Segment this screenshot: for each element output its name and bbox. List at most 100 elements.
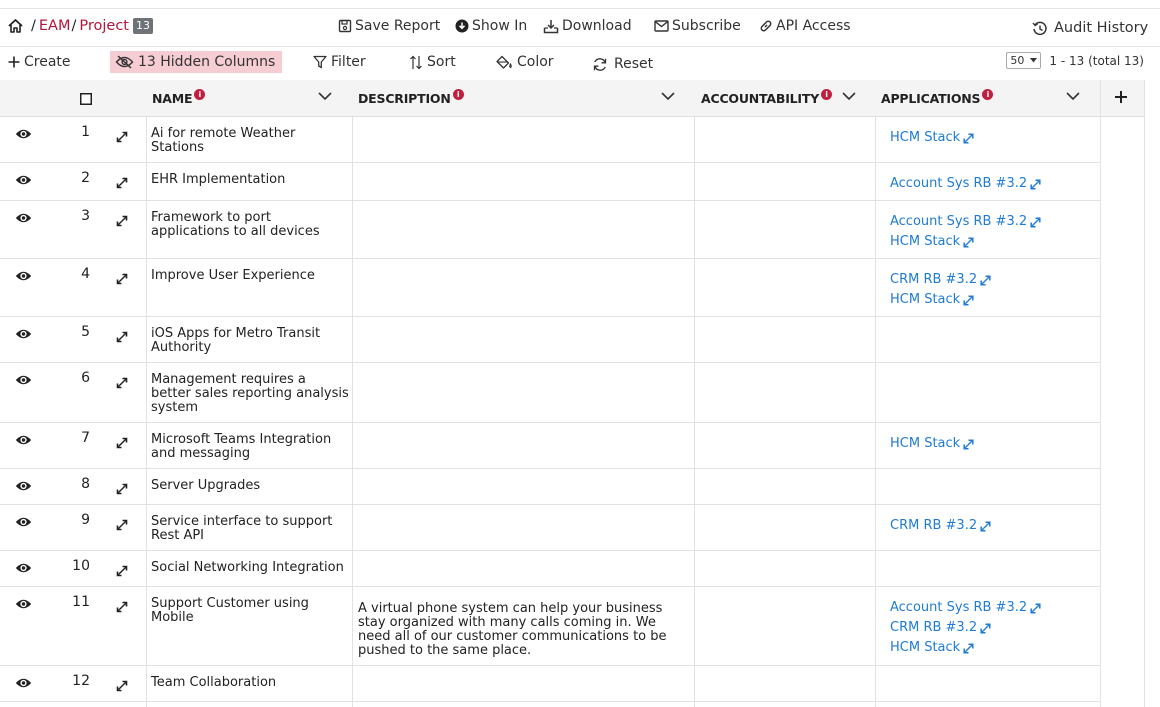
table-row: 2 EHR Implementation Account Sys RB #3.2: [0, 163, 1100, 201]
eye-icon[interactable]: [15, 374, 32, 386]
info-icon[interactable]: i: [821, 89, 833, 100]
add-column-icon[interactable]: [1114, 90, 1128, 104]
plus-icon: [8, 56, 24, 68]
row-name[interactable]: Service interface to support Rest API: [151, 515, 349, 543]
expand-link-icon[interactable]: [960, 438, 974, 450]
row-name[interactable]: Microsoft Teams Integration and messagin…: [151, 433, 349, 461]
info-icon[interactable]: i: [452, 89, 464, 100]
chevron-down-icon[interactable]: [661, 92, 675, 101]
eye-icon[interactable]: [15, 516, 32, 528]
grid-toolbar: Create 13 Hidden Columns Filter Sort Col…: [0, 46, 1160, 80]
show-in-button[interactable]: Show In: [455, 18, 527, 34]
expand-link-icon[interactable]: [1027, 216, 1041, 228]
expand-icon[interactable]: [116, 215, 128, 227]
chevron-down-icon[interactable]: [1066, 92, 1080, 101]
application-link[interactable]: Account Sys RB #3.2: [890, 598, 1041, 618]
application-link[interactable]: Account Sys RB #3.2: [890, 212, 1041, 232]
column-applications-label: APPLICATIONS: [881, 91, 981, 106]
chevron-down-icon[interactable]: [318, 92, 332, 101]
eye-icon[interactable]: [15, 212, 32, 224]
application-link[interactable]: CRM RB #3.2: [890, 270, 991, 290]
expand-icon[interactable]: [116, 483, 128, 495]
row-name[interactable]: Ai for remote Weather Stations: [151, 127, 349, 155]
row-name[interactable]: Team Collaboration: [151, 676, 349, 690]
expand-icon[interactable]: [116, 377, 128, 389]
breadcrumb-eam[interactable]: EAM: [39, 18, 71, 34]
row-name[interactable]: iOS Apps for Metro Transit Authority: [151, 327, 349, 355]
sort-button[interactable]: Sort: [409, 51, 456, 73]
row-applications: HCM Stack: [890, 128, 974, 148]
row-name[interactable]: Social Networking Integration: [151, 561, 349, 575]
row-name[interactable]: Support Customer using Mobile: [151, 597, 349, 625]
expand-link-icon[interactable]: [977, 274, 991, 286]
filter-button[interactable]: Filter: [313, 51, 366, 73]
expand-link-icon[interactable]: [960, 132, 974, 144]
row-description[interactable]: A virtual phone system can help your bus…: [358, 602, 688, 658]
expand-link-icon[interactable]: [960, 236, 974, 248]
create-button[interactable]: Create: [8, 51, 71, 73]
eye-icon[interactable]: [15, 598, 32, 610]
chevron-down-icon[interactable]: [842, 92, 856, 101]
column-header-description[interactable]: DESCRIPTION i: [358, 80, 464, 117]
breadcrumb-project[interactable]: Project: [79, 18, 129, 34]
api-access-button[interactable]: API Access: [759, 18, 851, 34]
sort-icon: [409, 55, 427, 70]
expand-link-icon[interactable]: [977, 622, 991, 634]
column-header-name[interactable]: NAME i: [152, 80, 206, 117]
row-number: 7: [81, 430, 90, 446]
expand-link-icon[interactable]: [1027, 602, 1041, 614]
eye-icon[interactable]: [15, 480, 32, 492]
row-name[interactable]: EHR Implementation: [151, 173, 349, 187]
row-name[interactable]: Improve User Experience: [151, 269, 349, 283]
expand-icon[interactable]: [116, 437, 128, 449]
subscribe-button[interactable]: Subscribe: [654, 18, 741, 34]
sort-label: Sort: [427, 54, 456, 70]
expand-icon[interactable]: [116, 680, 128, 692]
save-report-button[interactable]: Save Report: [338, 18, 440, 34]
application-link[interactable]: HCM Stack: [890, 290, 991, 310]
eye-icon[interactable]: [15, 677, 32, 689]
column-header-applications[interactable]: APPLICATIONS i: [881, 80, 994, 117]
application-link[interactable]: HCM Stack: [890, 128, 974, 148]
eye-icon[interactable]: [15, 174, 32, 186]
color-button[interactable]: Color: [496, 51, 554, 73]
row-name[interactable]: Framework to port applications to all de…: [151, 211, 349, 239]
expand-link-icon[interactable]: [960, 642, 974, 654]
count-badge: 13: [133, 18, 153, 34]
info-icon[interactable]: i: [194, 89, 206, 100]
eye-icon[interactable]: [15, 270, 32, 282]
expand-icon[interactable]: [116, 601, 128, 613]
reset-button[interactable]: Reset: [592, 53, 653, 75]
download-button[interactable]: Download: [543, 18, 632, 34]
eye-icon[interactable]: [15, 434, 32, 446]
expand-icon[interactable]: [116, 131, 128, 143]
info-icon[interactable]: i: [982, 89, 994, 100]
audit-history-button[interactable]: Audit History: [1032, 20, 1148, 36]
row-name[interactable]: Server Upgrades: [151, 479, 349, 493]
expand-icon[interactable]: [116, 565, 128, 577]
eye-icon[interactable]: [15, 328, 32, 340]
application-link-label: CRM RB #3.2: [890, 272, 978, 287]
row-name[interactable]: Management requires a better sales repor…: [151, 373, 349, 415]
application-link[interactable]: HCM Stack: [890, 638, 1041, 658]
application-link[interactable]: CRM RB #3.2: [890, 516, 991, 536]
page-size-select[interactable]: 50: [1006, 52, 1042, 69]
expand-icon[interactable]: [116, 177, 128, 189]
home-icon[interactable]: [7, 18, 24, 34]
eye-icon[interactable]: [15, 128, 32, 140]
expand-icon[interactable]: [116, 519, 128, 531]
application-link[interactable]: HCM Stack: [890, 232, 1041, 252]
application-link[interactable]: CRM RB #3.2: [890, 618, 1041, 638]
hidden-columns-button[interactable]: 13 Hidden Columns: [110, 51, 283, 73]
expand-icon[interactable]: [116, 273, 128, 285]
application-link[interactable]: Account Sys RB #3.2: [890, 174, 1041, 194]
expand-icon[interactable]: [116, 331, 128, 343]
expand-link-icon[interactable]: [960, 294, 974, 306]
eye-icon[interactable]: [15, 562, 32, 574]
application-link-label: HCM Stack: [890, 436, 961, 451]
select-all-checkbox[interactable]: [80, 80, 92, 117]
column-header-accountability[interactable]: ACCOUNTABILITY i: [701, 80, 833, 117]
expand-link-icon[interactable]: [1027, 178, 1041, 190]
expand-link-icon[interactable]: [977, 520, 991, 532]
application-link[interactable]: HCM Stack: [890, 434, 974, 454]
